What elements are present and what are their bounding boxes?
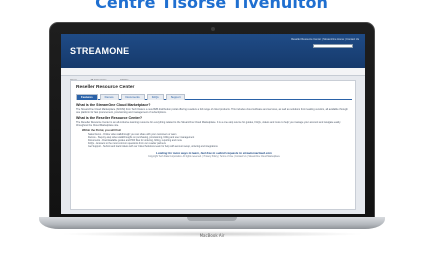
tab-content: What is the StreamOne Cloud Marketplace?…	[76, 103, 352, 158]
tab-bar: Features Demos Documents FAQs Support	[76, 94, 352, 100]
laptop-notch	[187, 217, 237, 221]
section-text: The StreamOne Cloud Marketplace (SOCM) f…	[76, 108, 348, 115]
tab-support[interactable]: Support	[165, 94, 186, 100]
list-item: Get Support - Submit and track tickets w…	[88, 145, 218, 149]
section-heading: What is the StreamOne Cloud Marketplace?	[76, 103, 151, 107]
tab-faqs[interactable]: FAQs	[146, 94, 164, 100]
laptop-screen: STREAMONE Reseller Resource Center | Str…	[61, 34, 365, 214]
section-heading: What is the Reseller Resource Center?	[76, 115, 143, 120]
page-title: Centre Tisorse Tivenuiton	[95, 0, 328, 12]
tab-demos[interactable]: Demos	[99, 94, 119, 100]
subnav: Home All Categories Articles	[61, 68, 365, 82]
resource-panel: Reseller Resource Center Features Demos Do…	[70, 80, 356, 210]
top-links[interactable]: Reseller Resource Center | StreamOne Hom…	[291, 38, 359, 41]
search-input[interactable]	[313, 44, 353, 48]
tab-documents[interactable]: Documents	[120, 94, 145, 100]
footer-text: Copyright Tech Data Corporation. All rig…	[148, 156, 280, 159]
panel-title: Reseller Resource Center	[76, 85, 135, 90]
streamone-logo[interactable]: STREAMONE	[70, 46, 129, 56]
laptop-model-label: MacBook Air	[199, 233, 225, 238]
section-text: The Reseller Resource Center is an all-i…	[76, 120, 341, 127]
camera-icon	[211, 27, 215, 31]
callout-text[interactable]: Looking for more ways to learn, feel fre…	[76, 151, 352, 155]
site-header: STREAMONE Reseller Resource Center | Str…	[61, 34, 365, 68]
list-lead: Within the Portal, you will find:	[82, 128, 122, 132]
laptop-mockup: STREAMONE Reseller Resource Center | Str…	[39, 22, 385, 238]
laptop-lid: STREAMONE Reseller Resource Center | Str…	[49, 22, 375, 218]
tab-features[interactable]: Features	[76, 94, 98, 100]
laptop-base	[39, 217, 385, 229]
